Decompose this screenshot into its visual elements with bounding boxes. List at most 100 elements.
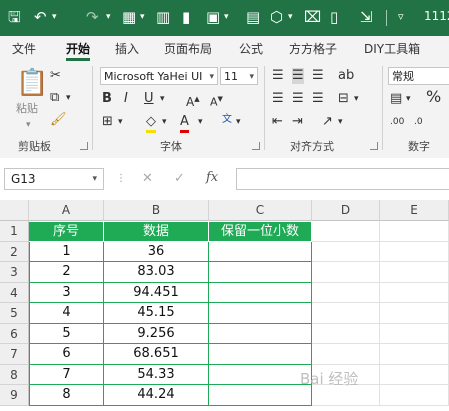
table-icon[interactable]: ▥ bbox=[156, 6, 170, 28]
tab-home[interactable]: 开始 bbox=[66, 40, 90, 57]
grid-cell[interactable] bbox=[312, 323, 380, 344]
table-cell[interactable] bbox=[209, 303, 312, 324]
table-cell[interactable]: 1 bbox=[29, 241, 104, 262]
row-header[interactable]: 4 bbox=[0, 282, 29, 303]
table-cell[interactable]: 4 bbox=[29, 303, 104, 324]
align-bottom-icon[interactable]: ☰ bbox=[312, 68, 324, 84]
paste-label[interactable]: 粘贴 bbox=[16, 100, 38, 116]
clipboard-launcher-icon[interactable] bbox=[80, 142, 88, 150]
table-cell[interactable]: 9.256 bbox=[104, 323, 209, 344]
table-cell[interactable] bbox=[209, 323, 312, 344]
frame-icon[interactable]: ▤ bbox=[246, 6, 260, 28]
phonetic-dropdown-icon[interactable]: ▾ bbox=[236, 114, 241, 130]
table-cell[interactable]: 44.24 bbox=[104, 385, 209, 406]
table-cell[interactable] bbox=[209, 364, 312, 385]
border-icon[interactable]: ▦ bbox=[122, 6, 136, 28]
shape-dropdown-icon[interactable]: ▾ bbox=[288, 6, 293, 28]
row-header[interactable]: 8 bbox=[0, 364, 29, 385]
name-box[interactable]: G13 ▾ bbox=[4, 168, 104, 190]
column-header-c[interactable]: C bbox=[209, 200, 312, 221]
grid-cell[interactable] bbox=[380, 303, 449, 324]
table-cell[interactable]: 6 bbox=[29, 344, 104, 365]
chart-icon[interactable]: ▮ bbox=[182, 6, 190, 28]
wrap-text-icon[interactable]: ab bbox=[338, 68, 354, 84]
table-cell[interactable]: 45.15 bbox=[104, 303, 209, 324]
undo-dropdown-icon[interactable]: ▾ bbox=[52, 6, 57, 28]
grid-cell[interactable] bbox=[312, 262, 380, 283]
tab-formulas[interactable]: 公式 bbox=[239, 40, 263, 57]
table-cell[interactable]: 3 bbox=[29, 282, 104, 303]
column-header-b[interactable]: B bbox=[104, 200, 209, 221]
redo-dropdown-icon[interactable]: ▾ bbox=[106, 6, 111, 28]
table-header-cell[interactable]: 数据 bbox=[104, 221, 209, 242]
table-cell[interactable] bbox=[209, 262, 312, 283]
fill-color-icon[interactable]: ◇ bbox=[146, 114, 156, 133]
tab-file[interactable]: 文件 bbox=[12, 40, 36, 57]
grid-cell[interactable] bbox=[380, 282, 449, 303]
customize-toolbar-icon[interactable]: ▿ bbox=[398, 6, 404, 28]
table-header-cell[interactable]: 保留一位小数 bbox=[209, 221, 312, 242]
font-color-icon[interactable]: A bbox=[180, 114, 189, 133]
font-launcher-icon[interactable] bbox=[252, 142, 260, 150]
number-format-select[interactable]: 常规 bbox=[388, 67, 449, 85]
grid-cell[interactable] bbox=[380, 344, 449, 365]
shape-icon[interactable]: ⬡ bbox=[270, 6, 283, 28]
table-header-cell[interactable]: 序号 bbox=[29, 221, 104, 242]
column-header-d[interactable]: D bbox=[312, 200, 380, 221]
merge-dropdown-icon[interactable]: ▾ bbox=[354, 91, 359, 107]
decrease-font-icon[interactable]: A▼ bbox=[210, 91, 223, 111]
grid-cell[interactable] bbox=[312, 241, 380, 262]
italic-icon[interactable]: I bbox=[124, 91, 128, 107]
table-cell[interactable]: 68.651 bbox=[104, 344, 209, 365]
orientation-icon[interactable]: ↗ bbox=[322, 114, 333, 130]
pivot-icon[interactable]: ▣ bbox=[206, 6, 220, 28]
increase-decimal-icon[interactable]: .00 bbox=[390, 114, 404, 130]
grid-cell[interactable] bbox=[312, 344, 380, 365]
select-all-corner[interactable] bbox=[0, 200, 29, 221]
row-header[interactable]: 3 bbox=[0, 262, 29, 283]
align-left-icon[interactable]: ☰ bbox=[272, 91, 284, 107]
textbox-icon[interactable]: ⌧ bbox=[304, 6, 321, 28]
border-dropdown-icon[interactable]: ▾ bbox=[140, 6, 145, 28]
table-cell[interactable]: 54.33 bbox=[104, 364, 209, 385]
copy-icon[interactable]: ⧉ bbox=[50, 90, 59, 106]
pivot-dropdown-icon[interactable]: ▾ bbox=[224, 6, 229, 28]
phonetic-icon[interactable]: 文 bbox=[222, 112, 232, 128]
align-middle-icon[interactable]: ☰ bbox=[292, 68, 304, 84]
fill-color-dropdown-icon[interactable]: ▾ bbox=[162, 114, 167, 130]
table-cell[interactable] bbox=[209, 282, 312, 303]
orientation-dropdown-icon[interactable]: ▾ bbox=[338, 114, 343, 130]
align-right-icon[interactable]: ☰ bbox=[312, 91, 324, 107]
accounting-dropdown-icon[interactable]: ▾ bbox=[406, 91, 411, 107]
copy-dropdown-icon[interactable]: ▾ bbox=[66, 90, 71, 106]
increase-indent-icon[interactable]: ⇥ bbox=[292, 114, 303, 130]
cut-icon[interactable]: ✂ bbox=[50, 68, 61, 84]
align-center-icon[interactable]: ☰ bbox=[292, 91, 304, 107]
table-cell[interactable] bbox=[209, 385, 312, 406]
paste-dropdown-icon[interactable]: ▾ bbox=[26, 117, 31, 133]
grid-cell[interactable] bbox=[380, 262, 449, 283]
borders-icon[interactable]: ⊞ bbox=[102, 114, 113, 130]
export-icon[interactable]: ⇲ bbox=[360, 6, 373, 28]
insert-function-icon[interactable]: fx bbox=[206, 170, 218, 186]
table-cell[interactable]: 94.451 bbox=[104, 282, 209, 303]
merge-center-icon[interactable]: ⊟ bbox=[338, 91, 349, 107]
table-cell[interactable]: 83.03 bbox=[104, 262, 209, 283]
tab-page-layout[interactable]: 页面布局 bbox=[164, 40, 212, 57]
chart2-icon[interactable]: ▯ bbox=[330, 6, 338, 28]
borders-dropdown-icon[interactable]: ▾ bbox=[118, 114, 123, 130]
tab-fangfang[interactable]: 方方格子 bbox=[289, 40, 337, 57]
alignment-launcher-icon[interactable] bbox=[370, 142, 378, 150]
redo-icon[interactable]: ↷ bbox=[86, 6, 99, 28]
grid-cell[interactable] bbox=[380, 323, 449, 344]
column-header-e[interactable]: E bbox=[380, 200, 449, 221]
accounting-format-icon[interactable]: ▤ bbox=[390, 91, 402, 107]
table-cell[interactable]: 36 bbox=[104, 241, 209, 262]
underline-icon[interactable]: U bbox=[144, 91, 154, 107]
percent-icon[interactable]: % bbox=[426, 89, 441, 105]
grid-cell[interactable] bbox=[380, 221, 449, 242]
row-header[interactable]: 9 bbox=[0, 385, 29, 406]
align-top-icon[interactable]: ☰ bbox=[272, 68, 284, 84]
decrease-decimal-icon[interactable]: .0 bbox=[414, 114, 423, 130]
table-cell[interactable] bbox=[209, 344, 312, 365]
